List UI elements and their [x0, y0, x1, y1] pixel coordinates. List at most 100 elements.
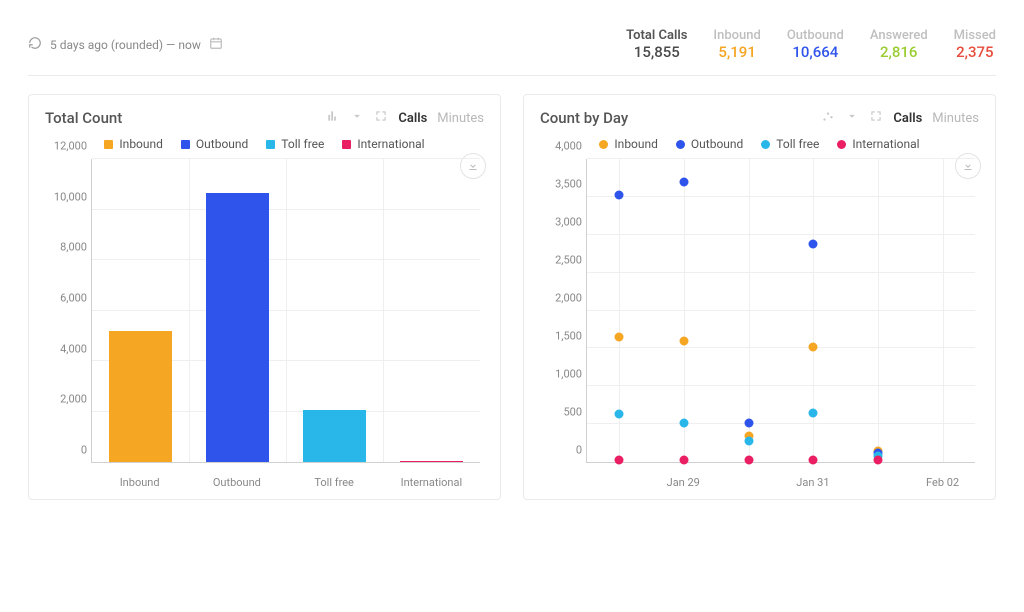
x-tick: Toll free	[314, 476, 354, 489]
y-tick: 12,000	[45, 140, 87, 153]
bar-outbound	[206, 193, 268, 462]
legend-label: Toll free	[281, 137, 324, 151]
bar-chart: 02,0004,0006,0008,00010,00012,000Inbound…	[45, 159, 484, 489]
chevron-down-icon[interactable]	[350, 109, 364, 127]
chart-type-icon[interactable]	[326, 109, 340, 127]
y-tick: 1,500	[540, 330, 582, 343]
legend-international[interactable]: International	[342, 137, 424, 151]
metric-total: Total Calls 15,855	[626, 28, 687, 61]
legend-international[interactable]: International	[837, 137, 919, 151]
point-toll-free	[809, 408, 818, 417]
point-toll-free	[680, 418, 689, 427]
point-international	[680, 455, 689, 464]
legend-label: Outbound	[196, 137, 248, 151]
legend-tollfree[interactable]: Toll free	[266, 137, 324, 151]
panel-header: Count by Day Calls Minutes	[540, 109, 979, 127]
metric-label: Inbound	[713, 28, 760, 43]
y-tick: 2,500	[540, 254, 582, 267]
metric-label: Total Calls	[626, 28, 687, 43]
swatch-icon	[837, 140, 846, 149]
expand-icon[interactable]	[374, 109, 388, 127]
expand-icon[interactable]	[869, 109, 883, 127]
y-tick: 6,000	[45, 292, 87, 305]
legend-outbound[interactable]: Outbound	[181, 137, 248, 151]
metric-label: Missed	[954, 28, 996, 43]
swatch-icon	[104, 140, 113, 149]
point-outbound	[680, 177, 689, 186]
point-international	[615, 455, 624, 464]
y-tick: 500	[540, 406, 582, 419]
x-tick: Outbound	[213, 476, 261, 489]
legend-tollfree[interactable]: Toll free	[761, 137, 819, 151]
metric-value: 10,664	[787, 43, 844, 61]
chart-type-icon[interactable]	[821, 109, 835, 127]
tab-calls[interactable]: Calls	[398, 111, 427, 126]
point-outbound	[615, 191, 624, 200]
swatch-icon	[266, 140, 275, 149]
y-tick: 10,000	[45, 190, 87, 203]
point-inbound	[615, 333, 624, 342]
y-tick: 3,000	[540, 216, 582, 229]
swatch-icon	[676, 140, 685, 149]
point-inbound	[809, 342, 818, 351]
metric-label: Answered	[870, 28, 928, 43]
legend-label: Outbound	[691, 137, 743, 151]
bar-toll-free	[303, 410, 365, 462]
bar-inbound	[109, 331, 171, 462]
swatch-icon	[342, 140, 351, 149]
chevron-down-icon[interactable]	[845, 109, 859, 127]
bar-international	[400, 461, 462, 463]
metric-label: Outbound	[787, 28, 844, 43]
legend-label: Inbound	[614, 137, 657, 151]
x-tick: Feb 02	[926, 476, 959, 489]
panel-count-by-day: Count by Day Calls Minutes Inbound Outbo…	[523, 94, 996, 500]
tab-minutes[interactable]: Minutes	[437, 111, 484, 126]
swatch-icon	[761, 140, 770, 149]
time-range-text: 5 days ago (rounded) — now	[50, 38, 201, 52]
tab-calls[interactable]: Calls	[893, 111, 922, 126]
panel-header: Total Count Calls Minutes	[45, 109, 484, 127]
chart-legend: Inbound Outbound Toll free International	[540, 137, 979, 151]
x-tick: Inbound	[120, 476, 160, 489]
panel-title: Count by Day	[540, 109, 628, 127]
panel-title: Total Count	[45, 109, 122, 127]
y-tick: 0	[45, 444, 87, 457]
legend-outbound[interactable]: Outbound	[676, 137, 743, 151]
y-tick: 2,000	[45, 393, 87, 406]
scatter-chart: 05001,0001,5002,0002,5003,0003,5004,000J…	[540, 159, 979, 489]
legend-inbound[interactable]: Inbound	[104, 137, 162, 151]
panels-row: Total Count Calls Minutes Inbound Outbou…	[28, 94, 996, 500]
legend-label: International	[357, 137, 424, 151]
x-tick: Jan 29	[667, 476, 700, 489]
metric-value: 2,375	[954, 43, 996, 61]
point-toll-free	[744, 436, 753, 445]
panel-total-count: Total Count Calls Minutes Inbound Outbou…	[28, 94, 501, 500]
panel-tools: Calls Minutes	[326, 109, 484, 127]
time-range[interactable]: 5 days ago (rounded) — now	[28, 36, 223, 53]
swatch-icon	[181, 140, 190, 149]
point-inbound	[680, 336, 689, 345]
chart-legend: Inbound Outbound Toll free International	[45, 137, 484, 151]
y-tick: 2,000	[540, 292, 582, 305]
y-tick: 3,500	[540, 178, 582, 191]
refresh-icon[interactable]	[28, 36, 42, 53]
legend-inbound[interactable]: Inbound	[599, 137, 657, 151]
panel-tools: Calls Minutes	[821, 109, 979, 127]
point-international	[744, 455, 753, 464]
legend-label: Inbound	[119, 137, 162, 151]
point-outbound	[809, 239, 818, 248]
point-outbound	[744, 418, 753, 427]
x-tick: International	[401, 476, 463, 489]
y-tick: 1,000	[540, 368, 582, 381]
metric-value: 5,191	[713, 43, 760, 61]
metric-value: 15,855	[626, 43, 687, 61]
y-tick: 8,000	[45, 241, 87, 254]
tab-minutes[interactable]: Minutes	[932, 111, 979, 126]
legend-label: International	[852, 137, 919, 151]
metric-outbound: Outbound 10,664	[787, 28, 844, 61]
top-bar: 5 days ago (rounded) — now Total Calls 1…	[28, 20, 996, 76]
y-tick: 4,000	[540, 140, 582, 153]
point-international	[809, 455, 818, 464]
calendar-icon[interactable]	[209, 36, 223, 53]
y-tick: 4,000	[45, 342, 87, 355]
